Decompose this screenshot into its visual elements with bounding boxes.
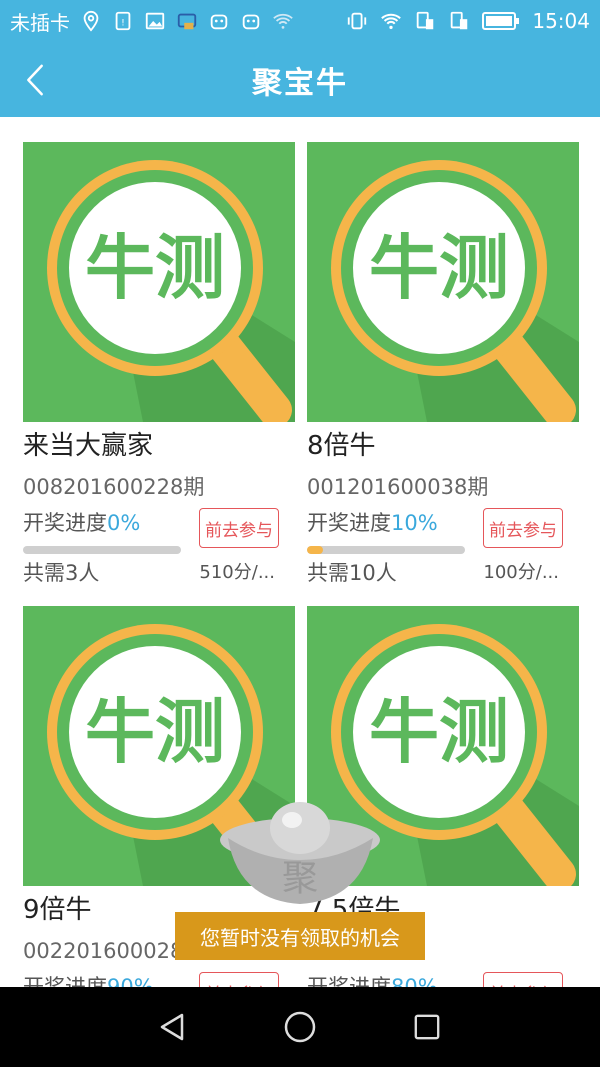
ingot-text: 聚 (282, 858, 318, 899)
android-icon (240, 10, 262, 32)
product-period: 001201600038期 (307, 475, 489, 499)
page-title: 聚宝牛 (252, 65, 348, 101)
logo-text: 牛测 (85, 691, 225, 773)
back-button[interactable] (10, 52, 60, 107)
sms-icon (176, 10, 198, 32)
product-name: 来当大赢家 (23, 431, 154, 461)
app-header: 聚宝牛 (0, 42, 600, 117)
join-button[interactable]: 前去参与 (483, 508, 563, 548)
progress-bar-fill (307, 546, 323, 554)
product-grid: 牛测 来当大赢家 008201600228期 开奖进度0% 前去参与 共需3人 … (0, 117, 600, 987)
sim2-icon (448, 10, 470, 32)
points-cost: 100分/... (483, 562, 559, 583)
progress-bar (23, 546, 181, 554)
wifi-icon (380, 10, 402, 32)
product-period: 008201600228期 (23, 475, 205, 499)
status-bar: 未插卡 ! 15:04 (0, 0, 600, 42)
square-recents-icon (414, 1014, 440, 1040)
progress-value: 80% (391, 975, 438, 987)
required-people: 共需3人 (23, 561, 100, 585)
nav-home-button[interactable] (280, 1007, 320, 1047)
clock-text: 15:04 (532, 9, 590, 33)
join-button[interactable]: 前去参与 (199, 972, 279, 987)
nav-recents-button[interactable] (407, 1007, 447, 1047)
image-icon (144, 10, 166, 32)
nav-back-button[interactable] (153, 1007, 193, 1047)
logo-text: 牛测 (85, 227, 225, 309)
progress-value: 90% (107, 975, 154, 987)
location-icon (80, 10, 102, 32)
triangle-back-icon (161, 1013, 184, 1041)
chevron-left-icon (27, 64, 43, 95)
wifi-question-icon (272, 10, 294, 32)
carrier-text: 未插卡 (10, 10, 70, 35)
logo-text: 牛测 (369, 227, 509, 309)
points-cost: 510分/... (199, 562, 275, 583)
svg-text:!: ! (121, 18, 125, 29)
progress-value: 0% (107, 511, 141, 535)
progress-label: 开奖进度 (23, 511, 107, 535)
sim-warning-icon: ! (112, 10, 134, 32)
toast-message: 您暂时没有领取的机会 (175, 912, 425, 960)
progress-label: 开奖进度 (307, 511, 391, 535)
progress-value: 10% (391, 511, 438, 535)
circle-home-icon (284, 1011, 316, 1043)
product-card[interactable]: 牛测 来当大赢家 008201600228期 开奖进度0% 前去参与 共需3人 … (23, 142, 295, 590)
system-nav-bar (0, 987, 600, 1067)
progress-bar (307, 546, 465, 554)
android-icon (208, 10, 230, 32)
required-people: 共需10人 (307, 561, 397, 585)
progress-label: 开奖进度 (307, 975, 391, 987)
product-card[interactable]: 牛测 8倍牛 001201600038期 开奖进度10% 前去参与 共需10人 … (307, 142, 579, 590)
join-button[interactable]: 前去参与 (483, 972, 563, 987)
battery-icon (482, 10, 520, 32)
product-logo-image: 牛测 (307, 142, 579, 422)
join-button[interactable]: 前去参与 (199, 508, 279, 548)
sim1-icon (414, 10, 436, 32)
product-logo-image: 牛测 (23, 142, 295, 422)
logo-text: 牛测 (369, 691, 509, 773)
gold-ingot-icon: 聚 (220, 802, 380, 904)
product-name: 8倍牛 (307, 431, 376, 461)
progress-label: 开奖进度 (23, 975, 107, 987)
vibrate-icon (346, 10, 368, 32)
